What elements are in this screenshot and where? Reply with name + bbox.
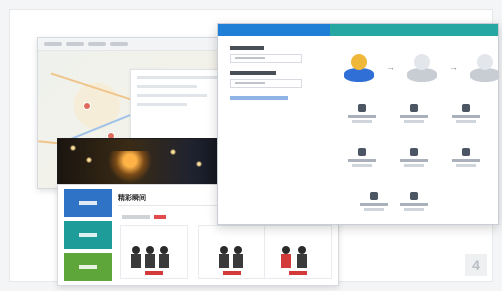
tile-blue[interactable] xyxy=(64,189,112,217)
subheading-accent xyxy=(154,215,166,219)
flow-node[interactable] xyxy=(468,52,498,82)
feature-item[interactable] xyxy=(396,192,432,220)
toolbar-pill xyxy=(88,42,106,46)
feature-item[interactable] xyxy=(344,104,380,132)
feature-item[interactable] xyxy=(396,104,432,132)
subheading-bar xyxy=(122,215,150,219)
stage-light xyxy=(170,149,176,155)
process-flow: → → xyxy=(342,52,498,82)
panel-line xyxy=(137,85,197,88)
tab-secondary[interactable] xyxy=(330,24,498,36)
side-tiles xyxy=(64,189,112,281)
tile-label xyxy=(79,201,97,205)
map-pin-icon[interactable] xyxy=(84,103,90,109)
tile-teal[interactable] xyxy=(64,221,112,249)
photo-caption-tag xyxy=(289,271,307,275)
tile-green[interactable] xyxy=(64,253,112,281)
collage-frame: 精彩瞬间 → → 4 xyxy=(9,9,499,286)
form-field[interactable] xyxy=(230,79,302,88)
flow-node-active[interactable] xyxy=(342,52,376,82)
feature-item[interactable] xyxy=(356,192,392,220)
person-icon xyxy=(281,246,291,268)
map-toolbar xyxy=(38,38,234,51)
feature-item[interactable] xyxy=(448,104,484,132)
tile-label xyxy=(79,233,97,237)
page-number-badge: 4 xyxy=(465,254,487,276)
feature-item[interactable] xyxy=(396,148,432,176)
form-label xyxy=(230,71,276,75)
toolbar-pill xyxy=(44,42,62,46)
flow-node[interactable] xyxy=(405,52,439,82)
arrow-right-icon: → xyxy=(386,62,395,72)
form-field[interactable] xyxy=(230,54,302,63)
stage-glow xyxy=(108,151,152,183)
section-title: 精彩瞬间 xyxy=(118,195,146,202)
person-icon xyxy=(131,246,141,268)
person-icon xyxy=(159,246,169,268)
photo-card[interactable] xyxy=(120,225,188,279)
photo-card[interactable] xyxy=(198,225,266,279)
person-icon xyxy=(145,246,155,268)
stage-light xyxy=(70,145,76,151)
photo-caption-tag xyxy=(223,271,241,275)
person-icon xyxy=(219,246,229,268)
toolbar-pill xyxy=(66,42,84,46)
panel-line xyxy=(137,94,207,97)
event-banner-photo xyxy=(57,138,239,186)
toolbar-pill xyxy=(110,42,128,46)
app-window: → → xyxy=(217,23,499,225)
tile-label xyxy=(79,265,97,269)
stage-light xyxy=(86,157,92,163)
feature-item[interactable] xyxy=(448,148,484,176)
app-tabbar xyxy=(218,24,498,36)
tab-primary[interactable] xyxy=(218,24,330,36)
feature-item[interactable] xyxy=(344,148,380,176)
person-icon xyxy=(297,246,307,268)
form-panel xyxy=(230,46,320,100)
photo-card[interactable] xyxy=(264,225,332,279)
form-link[interactable] xyxy=(230,96,288,100)
panel-line xyxy=(137,76,221,79)
person-icon xyxy=(233,246,243,268)
form-label xyxy=(230,46,264,50)
stage-light xyxy=(196,161,202,167)
photo-caption-tag xyxy=(145,271,163,275)
panel-line xyxy=(137,103,187,106)
arrow-right-icon: → xyxy=(449,62,458,72)
